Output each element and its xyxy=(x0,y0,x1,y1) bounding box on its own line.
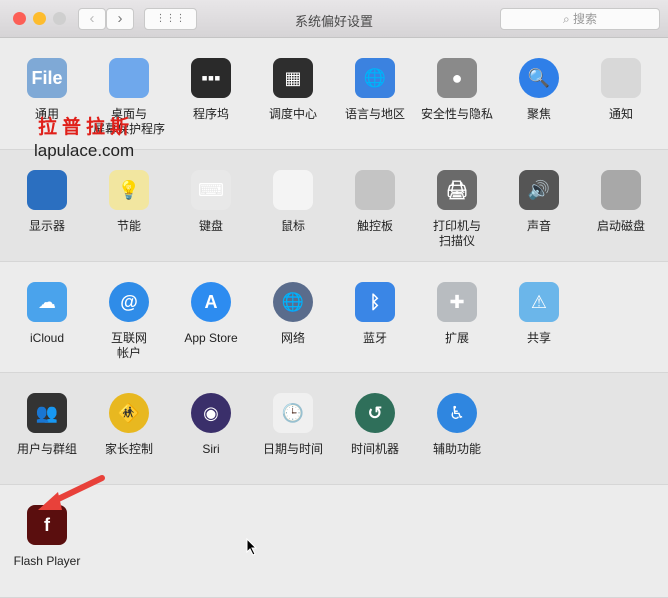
energy-saver-icon: 💡 xyxy=(109,170,149,210)
pref-pane-label: 鼠标 xyxy=(280,219,305,233)
time-machine-icon: ↺ xyxy=(355,393,395,433)
pref-pane-parental-controls[interactable]: 🚸 家长控制 xyxy=(88,393,170,457)
pref-pane-users-groups[interactable]: 👥 用户与群组 xyxy=(6,393,88,457)
pref-pane-app-store[interactable]: A App Store xyxy=(170,282,252,346)
pref-pane-label: 语言与地区 xyxy=(344,107,405,121)
date-time-icon: 🕒 xyxy=(273,393,313,433)
pref-pane-label: 网络 xyxy=(280,331,305,345)
pref-pane-notifications[interactable]: 通知 xyxy=(580,58,662,122)
watermark-chinese: 拉普拉斯 xyxy=(38,116,135,138)
pref-pane-sharing[interactable]: ⚠ 共享 xyxy=(498,282,580,346)
app-store-icon: A xyxy=(191,282,231,322)
pref-pane-label: 调度中心 xyxy=(268,107,317,121)
pref-pane-label: 程序坞 xyxy=(192,107,229,121)
pref-pane-label: 聚焦 xyxy=(526,107,551,121)
pref-pane-language-region[interactable]: 🌐 语言与地区 xyxy=(334,58,416,122)
icloud-icon: ☁ xyxy=(27,282,67,322)
pref-pane-displays[interactable]: 显示器 xyxy=(6,170,88,234)
watermark-site: lapulace.com xyxy=(34,141,135,160)
pref-pane-label: 启动磁盘 xyxy=(596,219,645,233)
desktop-screensaver-icon xyxy=(109,58,149,98)
mission-control-icon: ▦ xyxy=(273,58,313,98)
pref-pane-label: 安全性与隐私 xyxy=(420,107,493,121)
pref-pane-accessibility[interactable]: ♿ 辅助功能 xyxy=(416,393,498,457)
pref-pane-bluetooth[interactable]: ᛒ 蓝牙 xyxy=(334,282,416,346)
pref-pane-label: 家长控制 xyxy=(104,442,153,456)
pref-pane-label: Siri xyxy=(202,442,220,456)
pref-pane-siri[interactable]: ◉ Siri xyxy=(170,393,252,457)
pref-pane-spotlight[interactable]: 🔍 聚焦 xyxy=(498,58,580,122)
pref-pane-icloud[interactable]: ☁ iCloud xyxy=(6,282,88,346)
pref-pane-extensions[interactable]: ✚ 扩展 xyxy=(416,282,498,346)
language-region-icon: 🌐 xyxy=(355,58,395,98)
security-privacy-icon: ● xyxy=(437,58,477,98)
dock-icon: ▪▪▪ xyxy=(191,58,231,98)
pref-pane-label: 辅助功能 xyxy=(432,442,481,456)
mouse-icon xyxy=(273,170,313,210)
pref-pane-label: 扩展 xyxy=(444,331,469,345)
pref-pane-date-time[interactable]: 🕒 日期与时间 xyxy=(252,393,334,457)
pref-pane-label: 显示器 xyxy=(28,219,65,233)
pref-pane-mission-control[interactable]: ▦ 调度中心 xyxy=(252,58,334,122)
parental-controls-icon: 🚸 xyxy=(109,393,149,433)
network-icon: 🌐 xyxy=(273,282,313,322)
siri-icon: ◉ xyxy=(191,393,231,433)
pref-pane-trackpad[interactable]: 触控板 xyxy=(334,170,416,234)
pref-pane-dock[interactable]: ▪▪▪ 程序坞 xyxy=(170,58,252,122)
search-icon: ⌕ xyxy=(562,12,574,26)
pref-pane-label: 键盘 xyxy=(198,219,223,233)
trackpad-icon xyxy=(355,170,395,210)
pref-pane-label: 蓝牙 xyxy=(362,331,387,345)
pref-pane-security-privacy[interactable]: ● 安全性与隐私 xyxy=(416,58,498,122)
search-field[interactable]: ⌕ 搜索 xyxy=(500,8,660,30)
preference-row: ☁ iCloud @ 互联网 帐户 A App Store 🌐 网络 ᛒ 蓝牙 ✚ 扩展 ⚠ 共享 xyxy=(0,262,668,373)
sound-icon: 🔊 xyxy=(519,170,559,210)
search-placeholder: 搜索 xyxy=(573,12,598,26)
pref-pane-internet-accounts[interactable]: @ 互联网 帐户 xyxy=(88,282,170,361)
pref-pane-label: 共享 xyxy=(526,331,551,345)
pref-pane-network[interactable]: 🌐 网络 xyxy=(252,282,334,346)
users-groups-icon: 👥 xyxy=(27,393,67,433)
pref-pane-startup-disk[interactable]: 启动磁盘 xyxy=(580,170,662,234)
pref-pane-keyboard[interactable]: ⌨ 键盘 xyxy=(170,170,252,234)
keyboard-icon: ⌨ xyxy=(191,170,231,210)
pref-pane-label: App Store xyxy=(184,331,238,345)
pref-pane-label: 时间机器 xyxy=(350,442,399,456)
pref-pane-label: 通知 xyxy=(608,107,633,121)
preference-row: 👥 用户与群组 🚸 家长控制 ◉ Siri 🕒 日期与时间 ↺ 时间机器 ♿ 辅助功能 xyxy=(0,373,668,485)
mouse-cursor-icon xyxy=(246,538,258,556)
sharing-icon: ⚠ xyxy=(519,282,559,322)
notifications-icon xyxy=(601,58,641,98)
pref-pane-energy-saver[interactable]: 💡 节能 xyxy=(88,170,170,234)
accessibility-icon: ♿ xyxy=(437,393,477,433)
preference-row: 显示器 💡 节能 ⌨ 键盘 鼠标 触控板 🖨 打印机与 扫描仪 🔊 声音 启动磁盘 xyxy=(0,150,668,262)
startup-disk-icon xyxy=(601,170,641,210)
pref-pane-label: 日期与时间 xyxy=(262,442,323,456)
pref-pane-mouse[interactable]: 鼠标 xyxy=(252,170,334,234)
bluetooth-icon: ᛒ xyxy=(355,282,395,322)
pref-pane-printer-scanner[interactable]: 🖨 打印机与 扫描仪 xyxy=(416,170,498,249)
red-arrow-icon xyxy=(38,475,105,510)
pref-pane-label: 用户与群组 xyxy=(16,442,77,456)
pref-pane-label: 打印机与 扫描仪 xyxy=(432,219,481,248)
pref-pane-label: iCloud xyxy=(29,331,65,345)
pref-pane-label: 声音 xyxy=(526,219,551,233)
pref-pane-label: 互联网 帐户 xyxy=(110,331,147,360)
extensions-icon: ✚ xyxy=(437,282,477,322)
pref-pane-label: 触控板 xyxy=(356,219,393,233)
spotlight-icon: 🔍 xyxy=(519,58,559,98)
internet-accounts-icon: @ xyxy=(109,282,149,322)
general-icon: File xyxy=(27,58,67,98)
pref-pane-time-machine[interactable]: ↺ 时间机器 xyxy=(334,393,416,457)
printer-scanner-icon: 🖨 xyxy=(437,170,477,210)
pref-pane-label: 节能 xyxy=(116,219,141,233)
pref-pane-label: Flash Player xyxy=(13,554,81,568)
title-bar: ‹ › ⋮⋮⋮ 系统偏好设置 ⌕ 搜索 xyxy=(0,0,668,38)
displays-icon xyxy=(27,170,67,210)
pref-pane-sound[interactable]: 🔊 声音 xyxy=(498,170,580,234)
